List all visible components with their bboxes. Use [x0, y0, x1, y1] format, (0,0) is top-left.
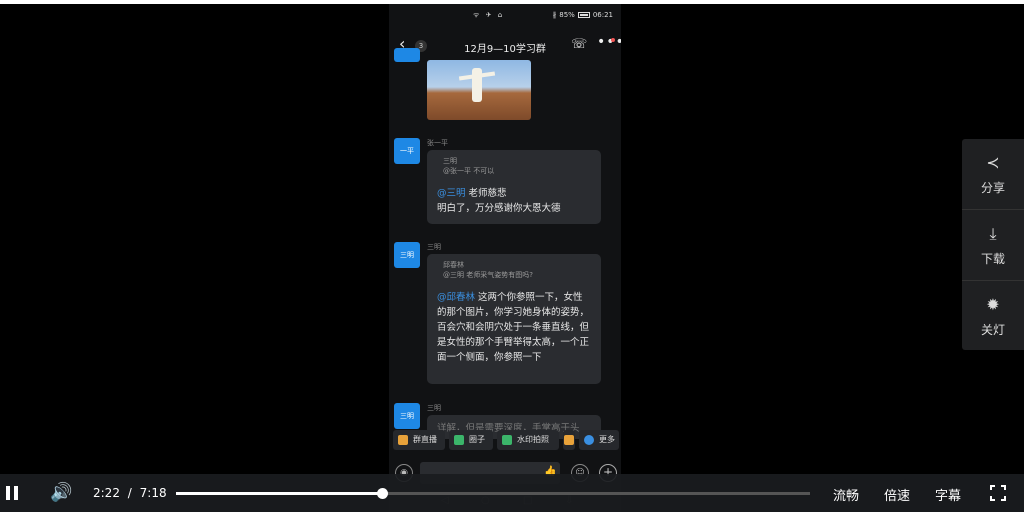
avatar: 三明 — [394, 403, 420, 429]
bracket-icon — [564, 435, 574, 445]
avatar: 一平 — [394, 138, 420, 164]
time-display: 2:22 / 7:18 — [93, 486, 167, 500]
download-label: 下载 — [980, 252, 1005, 266]
pause-icon — [14, 486, 18, 500]
duration: 7:18 — [139, 486, 167, 500]
toolbar-photo: 水印拍照 — [497, 430, 559, 450]
lights-off-button[interactable]: ✹ 关灯 — [962, 281, 1024, 351]
quoted-message: 三明 @张一平 不可以 — [443, 157, 495, 175]
toolbar-item — [563, 430, 575, 450]
more-icon: ••• — [597, 34, 621, 50]
sender-name: 三明 — [427, 243, 441, 251]
chat-header: ‹ 3 12月9—10学习群 ☏ ••• — [389, 32, 621, 60]
circle-icon — [454, 435, 464, 445]
avatar: 三明 — [394, 242, 420, 268]
bluetooth-icon: ∦ — [552, 11, 557, 19]
live-icon — [398, 435, 408, 445]
share-icon: ≺ — [986, 153, 1000, 172]
current-time: 2:22 — [93, 486, 120, 500]
progress-handle[interactable] — [377, 488, 389, 499]
phone-status-bar: ᯤ ✈ ⌂ ∦ 85% 06:21 — [389, 4, 621, 26]
time-separator: / — [127, 486, 132, 500]
player-control-bar: 🔊 2:22 / 7:18 流畅 倍速 字幕 — [0, 474, 1024, 512]
light-bulb-icon: ✹ — [986, 295, 1000, 314]
shared-image — [427, 60, 531, 120]
message-bubble: 三明 @张一平 不可以 @三明 老师慈悲 明白了，万分感谢你大恩大德 — [427, 150, 601, 224]
toolbar-more: 更多 — [579, 430, 619, 450]
toolbar-circle: 圈子 — [449, 430, 493, 450]
phone-call-icon: ☏ — [571, 37, 588, 52]
mention: @邱春林 — [437, 292, 476, 303]
camera-icon — [502, 435, 512, 445]
download-button[interactable]: ⤓ 下载 — [962, 210, 1024, 280]
avatar — [394, 48, 420, 62]
clock: 06:21 — [592, 11, 613, 19]
notification-dot — [611, 38, 615, 42]
lights-off-label: 关灯 — [980, 323, 1005, 337]
subtitle-button[interactable]: 字幕 — [935, 485, 961, 504]
speed-button[interactable]: 倍速 — [884, 485, 910, 504]
mention: @三明 — [437, 188, 466, 199]
toolbar-live: 群直播 — [393, 430, 445, 450]
more-apps-icon — [584, 435, 594, 445]
fullscreen-icon — [990, 496, 995, 501]
battery-icon — [577, 12, 590, 18]
fullscreen-icon — [990, 485, 995, 490]
fullscreen-icon — [1001, 496, 1006, 501]
pause-icon — [6, 486, 10, 500]
speaker-icon[interactable]: 🔊 — [50, 482, 72, 503]
pause-button[interactable] — [6, 486, 18, 500]
fullscreen-button[interactable] — [990, 485, 1006, 501]
message-text: @邱春林 这两个你参照一下，女性的那个图片，你学习她身体的姿势，百会穴和会阴穴处… — [437, 292, 590, 363]
quality-button[interactable]: 流畅 — [833, 485, 859, 504]
video-frame: ᯤ ✈ ⌂ ∦ 85% 06:21 ‹ 3 12月9—10学习群 ☏ ••• 一… — [389, 4, 621, 512]
chat-toolbar: 群直播 圈子 水印拍照 更多 — [389, 430, 621, 452]
share-label: 分享 — [980, 181, 1005, 195]
share-button[interactable]: ≺ 分享 — [962, 139, 1024, 209]
sender-name: 张一平 — [427, 139, 448, 147]
progress-played — [176, 492, 383, 495]
progress-bar[interactable] — [176, 488, 810, 499]
side-panel: ≺ 分享 ⤓ 下载 ✹ 关灯 — [962, 139, 1024, 350]
quoted-message: 邱春林 @三明 老师采气姿势有图吗? — [443, 261, 533, 279]
fullscreen-icon — [1001, 485, 1006, 490]
message-text: @三明 老师慈悲 — [437, 188, 507, 199]
sender-name: 三明 — [427, 404, 441, 412]
download-icon: ⤓ — [989, 224, 997, 243]
message-bubble: 邱春林 @三明 老师采气姿势有图吗? @邱春林 这两个你参照一下，女性的那个图片… — [427, 254, 601, 384]
network-icons: ᯤ ✈ ⌂ — [473, 11, 505, 19]
battery-level: 85% — [559, 11, 575, 19]
